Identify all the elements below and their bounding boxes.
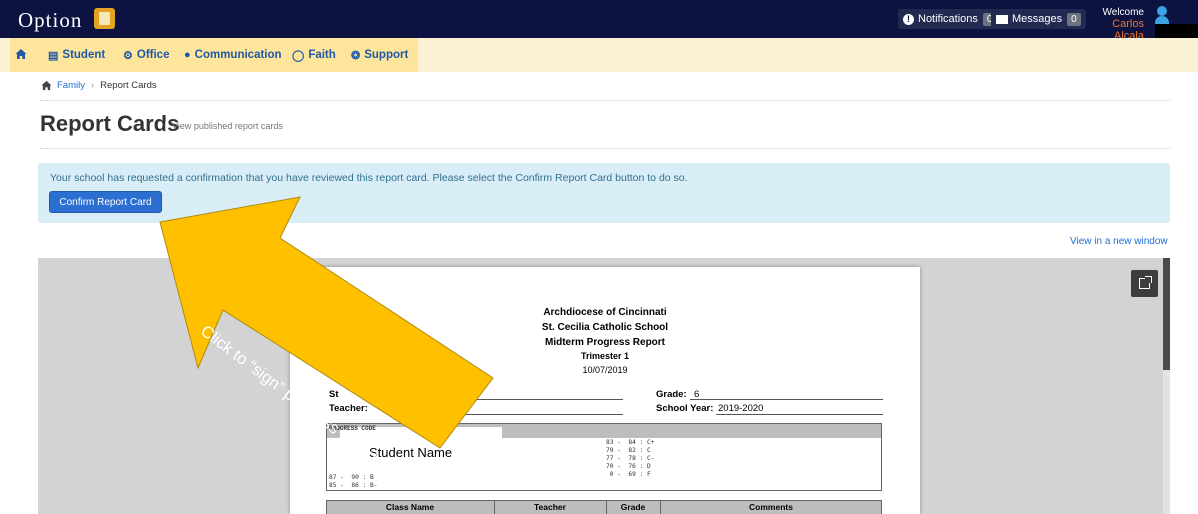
annotation-arrow (159, 196, 494, 449)
